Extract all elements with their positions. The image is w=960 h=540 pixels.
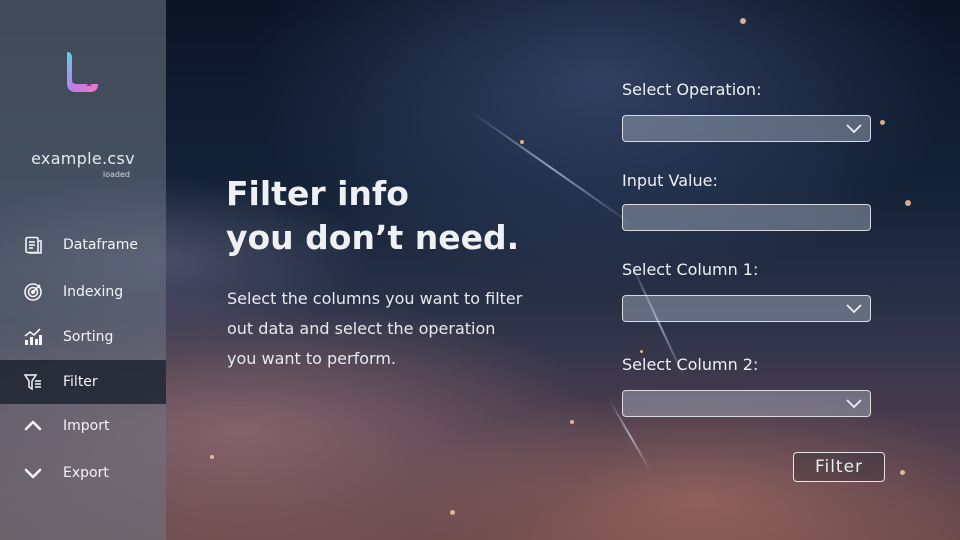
star [210,455,214,459]
input-value-field[interactable] [622,204,871,231]
sidebar-item-label: Dataframe [63,237,138,253]
page-title: Filter info you don’t need. [226,172,556,260]
star [905,200,911,206]
column1-label: Select Column 1: [622,260,759,279]
star [450,510,455,515]
sidebar-item-label: Indexing [63,284,124,300]
star [520,140,524,144]
chevron-down-icon [846,124,862,134]
sidebar-item-import[interactable]: Import [0,404,166,448]
sidebar-item-label: Filter [63,374,98,390]
sidebar-item-indexing[interactable]: Indexing [0,270,166,314]
bar-chart-trend-icon [22,326,44,348]
star [570,420,574,424]
page-title-line: you don’t need. [226,218,520,257]
input-value-label: Input Value: [622,171,718,190]
column2-label: Select Column 2: [622,355,759,374]
chevron-up-icon [22,415,44,437]
file-status: loaded [102,170,130,179]
column2-select[interactable] [622,390,871,417]
app-logo-icon [67,52,98,92]
filter-funnel-icon [22,371,44,393]
target-icon [22,281,44,303]
page-description: Select the columns you want to filter ou… [227,289,523,368]
chevron-down-icon [846,304,862,314]
sidebar-item-export[interactable]: Export [0,451,166,495]
sidebar-item-sorting[interactable]: Sorting [0,315,166,359]
document-list-icon [22,234,44,256]
star [640,350,643,353]
sidebar: example.csv loaded Dataframe Indexing So… [0,0,166,540]
page-title-line: Filter info [226,174,409,213]
sidebar-item-label: Import [63,418,110,434]
sidebar-item-label: Sorting [63,329,114,345]
filter-button[interactable]: Filter [793,452,885,482]
operation-select[interactable] [622,115,871,142]
column1-select[interactable] [622,295,871,322]
loaded-file-name: example.csv [31,149,135,168]
sidebar-item-label: Export [63,465,109,481]
sidebar-item-filter[interactable]: Filter [0,360,166,404]
star [740,18,746,24]
chevron-down-icon [22,462,44,484]
chevron-down-icon [846,399,862,409]
operation-label: Select Operation: [622,80,762,99]
sidebar-item-dataframe[interactable]: Dataframe [0,223,166,267]
star [880,120,885,125]
star [900,470,905,475]
